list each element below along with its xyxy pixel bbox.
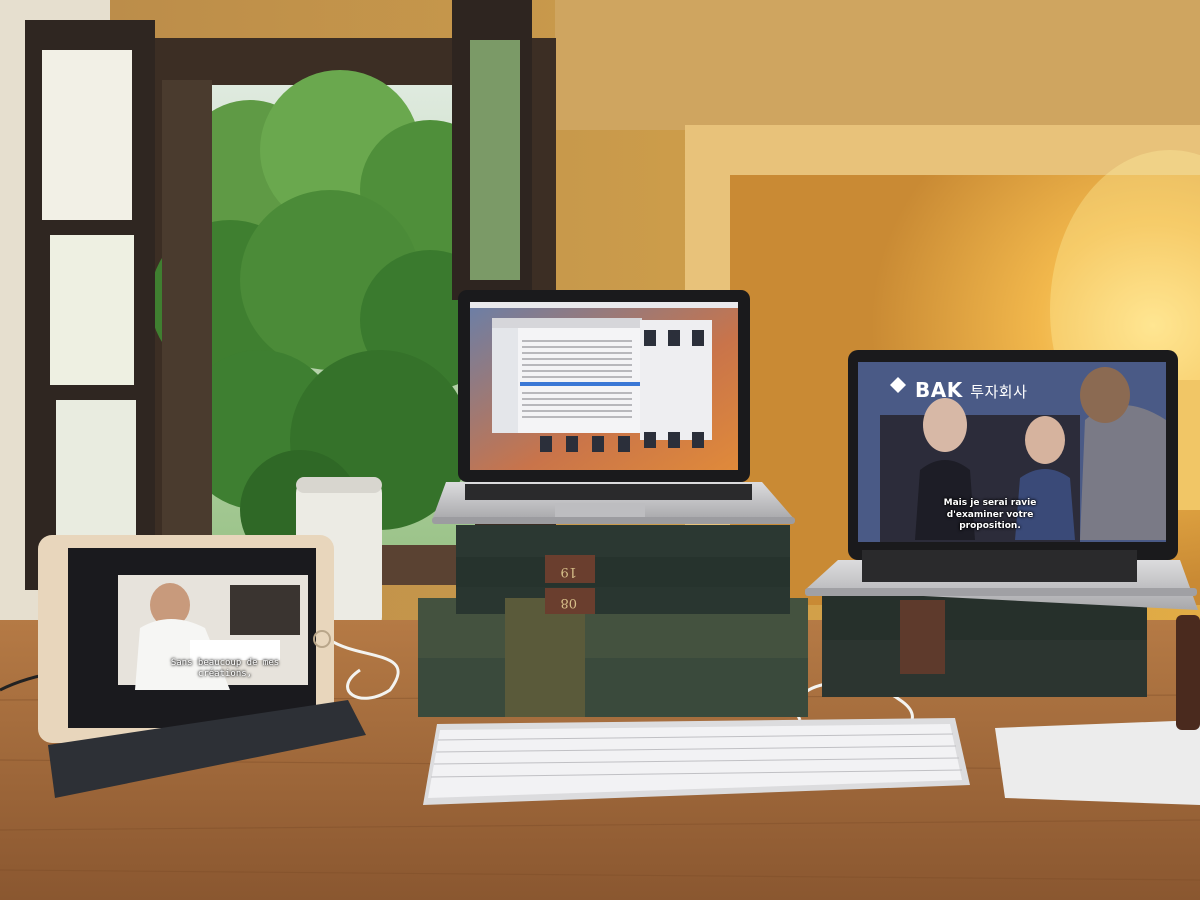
right-laptop-subtitle-line1: Mais je serai ravie [943,498,1037,508]
center-book-stack [418,525,808,717]
window-left-glass-top [42,50,132,220]
window-left-glass-low [56,400,136,550]
brand-korean: 투자회사 [970,383,1028,401]
upper-wall-panel [555,0,1200,130]
desk-setup-photo: 19 08 [0,0,1200,900]
window-right-glass [470,40,520,280]
right-laptop-brand: BAK 투자회사 [915,378,1027,402]
window-inner-shutter [162,80,212,550]
mug [1176,615,1200,730]
lamp-shade [1176,380,1200,510]
ipad-subtitle: Sans beaucoup de mes créations, [170,658,280,679]
book-spine-number-top: 19 [560,564,577,579]
right-laptop-subtitle-line2: d'examiner votre proposition. [946,510,1034,531]
right-book-stack [822,592,1147,697]
router-top [296,477,382,493]
book-spine-number-second: 08 [560,595,577,610]
center-laptop [432,290,795,524]
brand-text: BAK [915,378,963,402]
window-left-glass-mid [50,235,134,385]
magic-trackpad [995,720,1200,805]
